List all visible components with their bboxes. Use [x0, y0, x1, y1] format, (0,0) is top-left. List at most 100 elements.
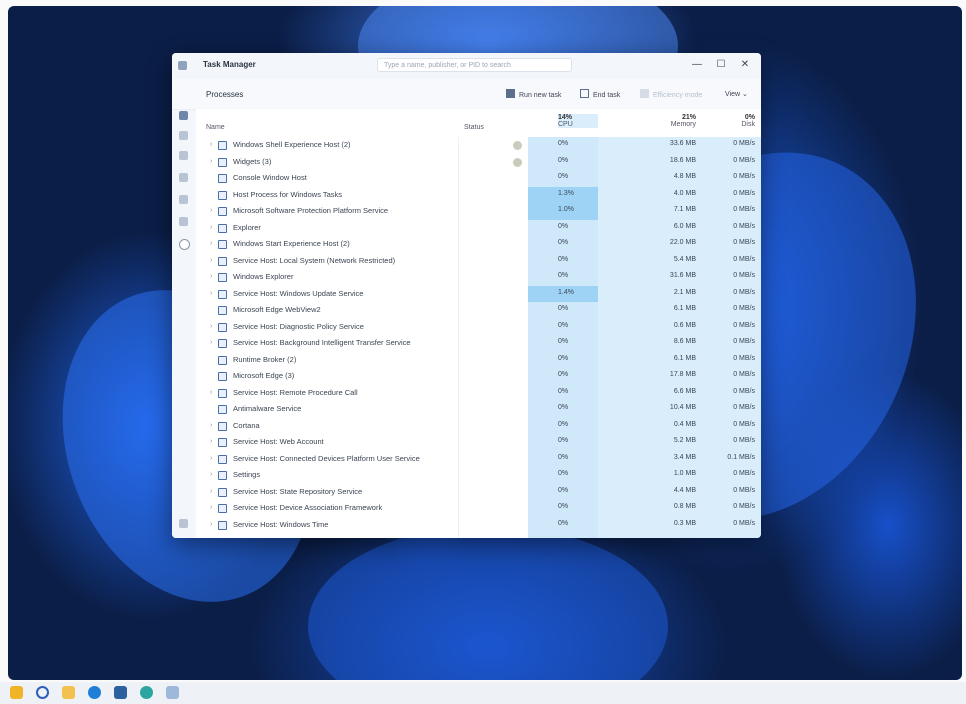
services-icon[interactable] [179, 239, 190, 250]
table-row[interactable]: › Service Host: Web Account 0% 5.2 MB 0 MB/s [196, 434, 761, 451]
table-row[interactable]: › Service Host: Remote Procedure Call 0% 6.… [196, 385, 761, 402]
expand-chevron-icon[interactable]: › [210, 339, 212, 346]
expand-chevron-icon[interactable]: › [210, 323, 212, 330]
edge-beta-icon[interactable] [140, 686, 153, 699]
end-task-button[interactable]: End task [580, 89, 620, 101]
edge-icon[interactable] [88, 686, 101, 699]
expand-chevron-icon[interactable]: › [210, 504, 212, 511]
table-row[interactable]: › Settings 0% 1.0 MB 0 MB/s [196, 467, 761, 484]
app-history-icon[interactable] [179, 151, 188, 160]
task-manager-window: Task Manager Type a name, publisher, or … [172, 53, 761, 538]
cpu-column-header[interactable]: 14% CPU [558, 114, 598, 128]
close-button[interactable]: ✕ [736, 57, 754, 73]
title-bar[interactable]: Task Manager Type a name, publisher, or … [172, 53, 761, 79]
table-row[interactable]: Console Window Host 0% 4.8 MB 0 MB/s [196, 170, 761, 187]
performance-icon[interactable] [179, 131, 188, 140]
store-icon[interactable] [114, 686, 127, 699]
expand-chevron-icon[interactable]: › [210, 488, 212, 495]
memory-value: 3.4 MB [673, 453, 696, 461]
table-row[interactable]: Antimalware Service 0% 10.4 MB 0 MB/s [196, 401, 761, 418]
table-row[interactable]: Microsoft Edge WebView2 0% 6.1 MB 0 MB/s [196, 302, 761, 319]
table-row[interactable]: › Windows Start Experience Host (2) 0% 22.0… [196, 236, 761, 253]
expand-chevron-icon[interactable]: › [210, 389, 212, 396]
expand-chevron-icon[interactable]: › [210, 273, 212, 280]
disk-column-header[interactable]: 0% Disk [711, 114, 755, 128]
disk-value: 0 MB/s [733, 255, 755, 263]
table-row[interactable]: › Explorer 0% 6.0 MB 0 MB/s [196, 220, 761, 237]
taskbar [0, 682, 966, 704]
details-icon[interactable] [179, 217, 188, 226]
page-title: Processes [206, 90, 244, 99]
status-column-header[interactable]: Status [464, 124, 484, 131]
expand-chevron-icon[interactable]: › [210, 521, 212, 528]
expand-chevron-icon[interactable]: › [210, 141, 212, 148]
table-row[interactable]: › Service Host: State Repository Service 0… [196, 484, 761, 501]
expand-chevron-icon[interactable]: › [210, 455, 212, 462]
expand-chevron-icon[interactable]: › [210, 207, 212, 214]
cpu-value: 0% [558, 404, 569, 411]
startup-apps-icon[interactable] [179, 173, 188, 182]
memory-column-header[interactable]: 21% Memory [636, 114, 696, 128]
expand-chevron-icon[interactable]: › [210, 158, 212, 165]
table-row[interactable]: › Microsoft Software Protection Platform … [196, 203, 761, 220]
table-row[interactable]: › Service Host: Device Association Framew… [196, 500, 761, 517]
table-row[interactable]: Host Process for Windows Tasks 1.3% 4.0 MB… [196, 186, 761, 203]
search-icon[interactable] [36, 686, 49, 699]
task-manager-icon[interactable] [166, 686, 179, 699]
process-icon [218, 223, 227, 233]
process-icon [218, 405, 227, 414]
expand-chevron-icon[interactable]: › [210, 240, 212, 247]
process-icon [218, 207, 227, 216]
disk-value: 0 MB/s [733, 387, 755, 395]
memory-value: 17.8 MB [669, 371, 696, 378]
expand-chevron-icon[interactable]: › [210, 257, 212, 264]
efficiency-mode-button[interactable]: Efficiency mode [640, 89, 702, 101]
run-new-task-button[interactable]: Run new task [506, 89, 561, 101]
table-row[interactable]: Microsoft Edge (3) 0% 17.8 MB 0 MB/s [196, 368, 761, 385]
process-name: Widgets (3) [233, 156, 272, 166]
table-row[interactable]: › Service Host: Windows Update Service 1.4… [196, 285, 761, 302]
processes-icon[interactable] [179, 111, 188, 120]
disk-value: 0 MB/s [733, 486, 755, 494]
disk-value: 0 MB/s [733, 519, 755, 527]
process-icon [218, 355, 227, 365]
memory-value: 0.4 MB [673, 420, 696, 428]
process-icon [218, 256, 227, 266]
minimize-button[interactable]: — [688, 57, 706, 73]
process-icon [218, 438, 227, 447]
name-column-header[interactable]: Name [206, 124, 225, 131]
expand-chevron-icon[interactable]: › [210, 471, 212, 478]
settings-icon[interactable] [179, 519, 188, 528]
cpu-value: 0% [558, 321, 569, 329]
users-icon[interactable] [179, 195, 188, 204]
table-row[interactable]: › Service Host: Connected Devices Platfor… [196, 451, 761, 468]
process-name: Service Host: State Repository Service [233, 486, 363, 496]
process-name: Settings [233, 470, 261, 479]
expand-chevron-icon[interactable]: › [210, 422, 212, 429]
disk-value: 0 MB/s [733, 305, 755, 312]
table-row[interactable]: › Service Host: Background Intelligent Tr… [196, 335, 761, 352]
table-row[interactable]: › Service Host: Windows Time 0% 0.3 MB 0 MB/… [196, 517, 761, 534]
table-row[interactable]: › Widgets (3) 0% 18.6 MB 0 MB/s [196, 154, 761, 171]
view-menu-button[interactable]: View ⌄ [725, 89, 748, 101]
process-name: Runtime Broker (2) [233, 354, 297, 364]
table-row[interactable]: › Service Host: Diagnostic Policy Service… [196, 319, 761, 336]
expand-chevron-icon[interactable]: › [210, 290, 212, 297]
expand-chevron-icon[interactable]: › [210, 438, 212, 445]
table-row[interactable]: › Windows Shell Experience Host (2) 0% 33.6… [196, 137, 761, 154]
maximize-button[interactable]: ☐ [712, 57, 730, 73]
process-name: Service Host: Device Association Framewo… [233, 503, 383, 512]
table-row[interactable]: › Service Host: Local System (Network Res… [196, 253, 761, 270]
window-title: Task Manager [203, 60, 256, 69]
search-input[interactable]: Type a name, publisher, or PID to search [377, 58, 572, 72]
file-explorer-icon[interactable] [62, 686, 75, 699]
process-icon [218, 240, 227, 249]
table-row[interactable]: › Cortana 0% 0.4 MB 0 MB/s [196, 418, 761, 435]
table-row[interactable]: › Windows Explorer 0% 31.6 MB 0 MB/s [196, 269, 761, 286]
disk-value: 0 MB/s [733, 288, 755, 296]
table-row[interactable]: Runtime Broker (2) 0% 6.1 MB 0 MB/s [196, 352, 761, 369]
navigation-rail [172, 79, 196, 538]
start-icon[interactable] [10, 686, 23, 699]
expand-chevron-icon[interactable]: › [210, 224, 212, 231]
disk-value: 0 MB/s [733, 354, 755, 362]
